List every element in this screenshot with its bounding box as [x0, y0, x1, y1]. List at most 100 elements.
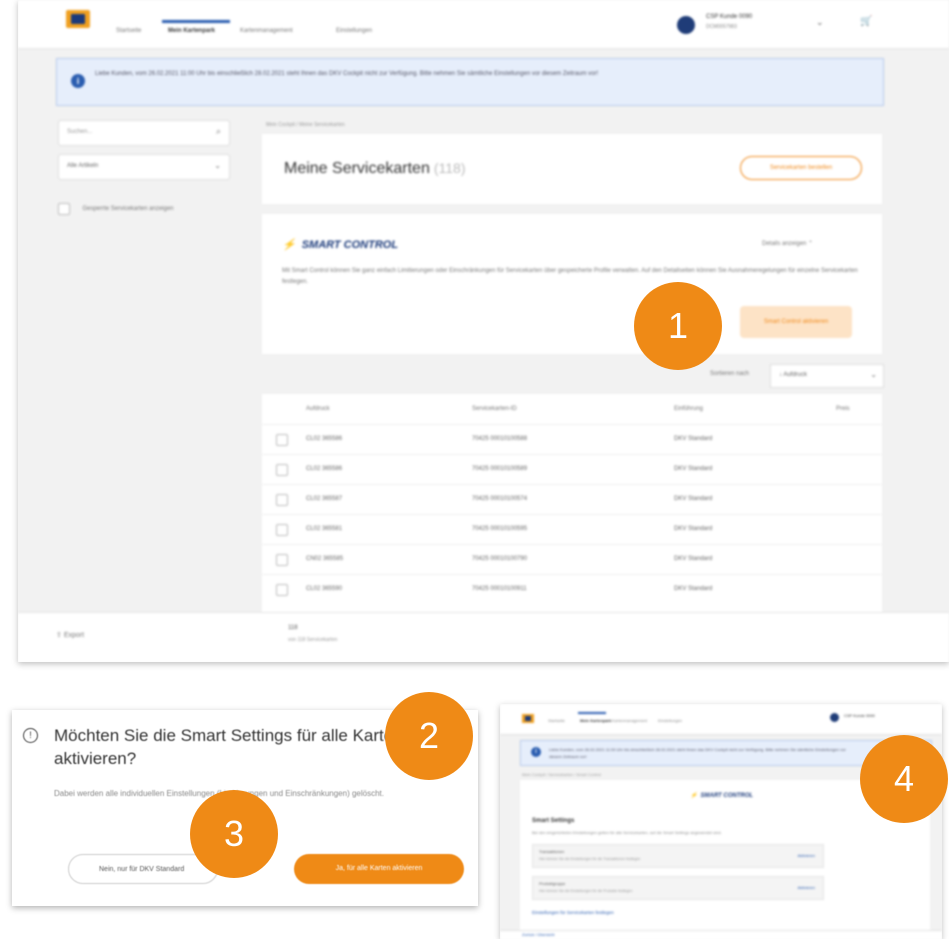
smart-control-title: ⚡ SMART CONTROL [282, 238, 398, 251]
cell-card-id: 70425 00010100595 [472, 526, 528, 532]
chevron-down-icon[interactable]: ⌄ [816, 17, 824, 28]
tab-kartenmanagement[interactable]: Kartenmanagement [612, 718, 647, 723]
row-checkbox[interactable] [276, 524, 288, 536]
lightning-icon: ⚡ [690, 793, 698, 799]
table-row[interactable]: CL02 365586 70425 00010100588 DKV Standa… [262, 424, 882, 455]
row-checkbox[interactable] [276, 434, 288, 446]
article-filter-select[interactable]: Alle Artikeln ⌄ [58, 154, 230, 180]
column-header-preis[interactable]: Preis [836, 406, 850, 412]
cell-einfuehrung: DKV Standard [674, 556, 713, 562]
step-marker-4: 4 [860, 735, 948, 823]
column-header-card-id[interactable]: Servicekarten-ID [472, 406, 517, 412]
setting-description: Hier können Sie die Einstellungen für di… [539, 889, 633, 893]
configure-cards-link[interactable]: Einstellungen für Servicekarten festlege… [532, 910, 614, 915]
dkv-logo[interactable] [66, 10, 90, 28]
show-details-link[interactable]: Details anzeigen ⌃ [762, 240, 813, 247]
step-marker-1: 1 [634, 282, 722, 370]
smart-control-title-text: SMART CONTROL [700, 793, 754, 799]
table-row[interactable]: CN02 365585 70425 00010100790 DKV Standa… [262, 544, 882, 575]
tab-mein-kartenpark[interactable]: Mein Kartenpark [580, 718, 611, 723]
page-title-text: Meine Servicekarten [284, 160, 430, 177]
show-blocked-checkbox[interactable] [58, 202, 70, 215]
lightning-icon: ⚡ [282, 239, 296, 251]
cell-card-id: 70425 00010100790 [472, 556, 528, 562]
top-navigation-bar: Startseite Mein Kartenpark Kartenmanagem… [500, 704, 942, 735]
search-icon[interactable]: ⌕ [216, 126, 221, 137]
activate-link[interactable]: Aktivieren [797, 885, 815, 890]
smart-control-card: ⚡ SMART CONTROL Details anzeigen ⌃ Mit Sm… [262, 214, 882, 354]
tab-startseite[interactable]: Startseite [548, 718, 565, 723]
user-name[interactable]: CSP Kunde 0090 [706, 14, 752, 20]
dkv-logo[interactable] [522, 714, 534, 723]
step-marker-3: 3 [190, 790, 278, 878]
user-avatar[interactable] [830, 713, 839, 722]
export-button[interactable]: ⇪ Export [56, 631, 84, 639]
card-count: (118) [433, 160, 466, 176]
info-icon: i [531, 747, 541, 757]
row-checkbox[interactable] [276, 494, 288, 506]
show-blocked-cards-option[interactable]: Gesperrte Servicekarten anzeigen [58, 200, 174, 218]
tab-startseite[interactable]: Startseite [116, 28, 141, 34]
export-icon: ⇪ [56, 632, 62, 639]
breadcrumb[interactable]: Mein Cockpit / Servicekarten / Smart Con… [522, 772, 601, 777]
banner-text: Liebe Kunden, vom 26.02.2021 11:00 Uhr b… [95, 71, 599, 77]
top-navigation-bar: Startseite Mein Kartenpark Kartenmanagem… [18, 0, 949, 49]
tab-einstellungen[interactable]: Einstellungen [336, 28, 372, 34]
footer-bar: Zurück / Übersicht [500, 930, 942, 939]
activate-smart-control-button[interactable]: Smart Control aktivieren [740, 306, 852, 338]
search-placeholder: Suchen... [67, 129, 93, 135]
search-input[interactable]: Suchen... ⌕ [58, 120, 230, 146]
order-cards-button[interactable]: Servicekarten bestellen [740, 156, 862, 180]
sort-select[interactable]: ↓ Aufdruck ⌄ [770, 364, 884, 388]
export-label: Export [63, 632, 85, 639]
maintenance-banner: i Liebe Kunden, vom 26.02.2021 11:00 Uhr… [56, 58, 884, 106]
footer-count: 118 [288, 625, 298, 631]
footer-count-sub: von 118 Servicekarten [288, 637, 338, 643]
smart-settings-description: Bei den eingerichteten Einstellungen gel… [532, 830, 722, 835]
tab-kartenmanagement[interactable]: Kartenmanagement [240, 28, 293, 34]
table-row[interactable]: CL02 365590 70425 00010100911 DKV Standa… [262, 574, 882, 605]
activate-all-cards-button[interactable]: Ja, für alle Karten aktivieren [294, 854, 464, 884]
cell-einfuehrung: DKV Standard [674, 436, 713, 442]
setting-row-products[interactable]: Produktgruppe Hier können Sie die Einste… [532, 876, 824, 900]
tab-einstellungen[interactable]: Einstellungen [658, 718, 682, 723]
sort-label: Sortieren nach [710, 371, 750, 377]
step-marker-2: 2 [385, 692, 473, 780]
setting-name: Produktgruppe [539, 881, 566, 886]
breadcrumb[interactable]: Mein Cockpit / Meine Servicekarten [266, 122, 345, 128]
cell-einfuehrung: DKV Standard [674, 586, 713, 592]
row-checkbox[interactable] [276, 464, 288, 476]
column-header-einfuehrung[interactable]: Einführung [674, 406, 703, 412]
activate-link[interactable]: Aktivieren [797, 853, 815, 858]
setting-row-transactions[interactable]: Transaktionen Hier können Sie die Einste… [532, 844, 824, 868]
smart-settings-screenshot: Startseite Mein Kartenpark Kartenmanagem… [500, 704, 942, 939]
cell-card-id: 70425 00010100574 [472, 496, 528, 502]
row-checkbox[interactable] [276, 554, 288, 566]
cell-einfuehrung: DKV Standard [674, 496, 713, 502]
cell-card-id: 70425 00010100589 [472, 466, 528, 472]
table-row[interactable]: CL02 365587 70425 00010100574 DKV Standa… [262, 484, 882, 515]
cell-card-id: 70425 00010100911 [472, 586, 527, 592]
main-screenshot: Startseite Mein Kartenpark Kartenmanagem… [18, 0, 949, 662]
chevron-down-icon: ⌄ [870, 370, 877, 379]
chevron-up-icon: ⌃ [808, 241, 814, 247]
row-checkbox[interactable] [276, 584, 288, 596]
cell-aufdruck: CL02 365590 [306, 586, 343, 592]
user-name[interactable]: CSP Kunde 0090 [844, 713, 875, 718]
tab-mein-kartenpark[interactable]: Mein Kartenpark [168, 28, 215, 34]
table-row[interactable]: CL02 365581 70425 00010100595 DKV Standa… [262, 514, 882, 545]
user-avatar[interactable] [677, 16, 695, 34]
table-row[interactable]: CL02 365586 70425 00010100589 DKV Standa… [262, 454, 882, 485]
show-blocked-label: Gesperrte Servicekarten anzeigen [82, 205, 174, 212]
setting-description: Hier können Sie die Einstellungen für di… [539, 857, 641, 861]
page-title: Meine Servicekarten (118) [284, 160, 466, 178]
cell-einfuehrung: DKV Standard [674, 526, 713, 532]
setting-name: Transaktionen [539, 849, 565, 854]
dkv-standard-only-button[interactable]: Nein, nur für DKV Standard [68, 854, 218, 884]
smart-control-description: Mit Smart Control können Sie ganz einfac… [282, 268, 858, 285]
cell-card-id: 70425 00010100588 [472, 436, 528, 442]
cart-icon[interactable]: 🛒 [860, 16, 872, 27]
column-header-aufdruck[interactable]: Aufdruck [306, 406, 330, 412]
info-icon: i [71, 74, 85, 88]
back-link[interactable]: Zurück / Übersicht [522, 932, 554, 937]
